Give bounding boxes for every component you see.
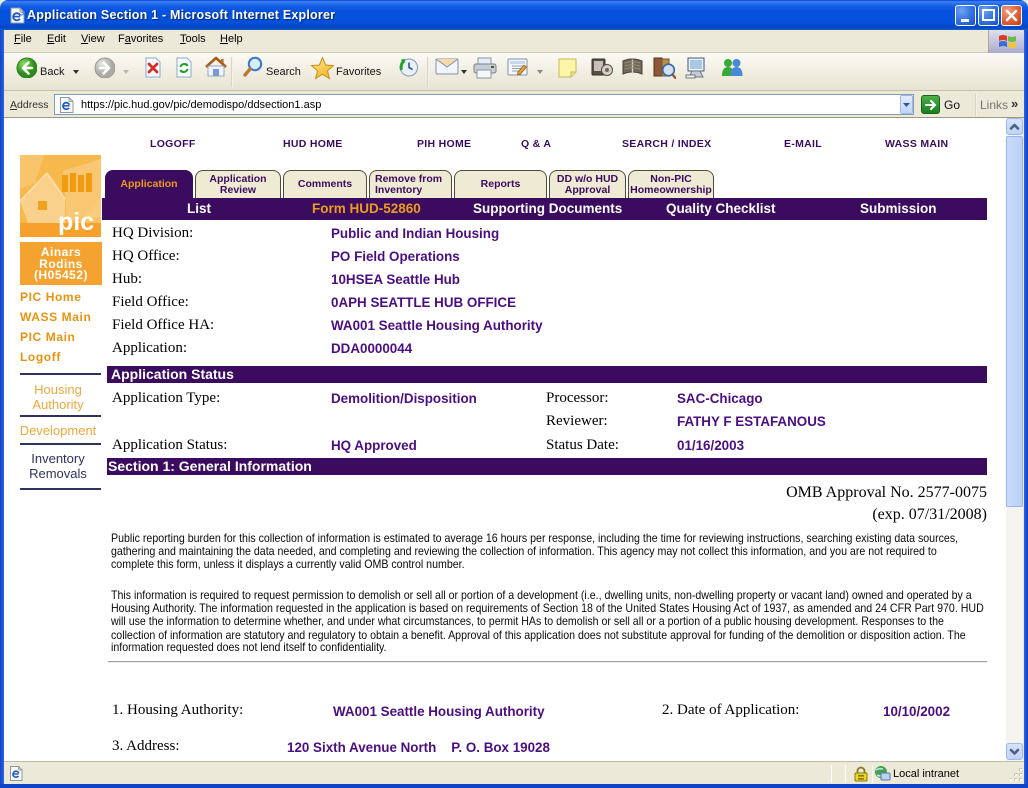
svg-text:pic: pic bbox=[58, 208, 94, 236]
